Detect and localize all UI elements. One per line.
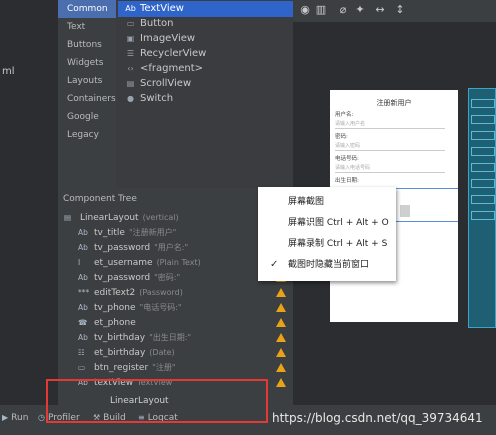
- preview-label: 电话号码:: [335, 156, 359, 162]
- text-icon: Ab: [78, 333, 88, 342]
- warning-icon[interactable]: [276, 363, 286, 372]
- palette-item-textview[interactable]: Ab TextView: [118, 1, 293, 17]
- run-tab[interactable]: ▶ Run: [2, 413, 28, 423]
- menu-item-screenshot[interactable]: 屏幕截图: [258, 192, 396, 212]
- tree-row[interactable]: ☷ et_birthday (Date): [58, 345, 293, 360]
- project-fragment-text: ml: [2, 66, 15, 77]
- warning-icon[interactable]: [276, 378, 286, 387]
- category-common[interactable]: Common: [58, 0, 116, 18]
- screenshot-context-menu: 屏幕截图 屏幕识图 Ctrl + Alt + O 屏幕录制 Ctrl + Alt…: [258, 187, 396, 281]
- preview-hint: 请输入密码: [335, 142, 445, 151]
- palette-item-switch[interactable]: ● Switch: [124, 91, 173, 107]
- blueprint-element: [471, 211, 495, 220]
- magnet-off-icon[interactable]: ⌀: [336, 3, 350, 17]
- palette-item-recyclerview[interactable]: ☰ RecyclerView: [124, 46, 206, 62]
- blueprint-element: [471, 147, 495, 156]
- blueprint-preview[interactable]: [468, 88, 496, 328]
- warning-icon[interactable]: [276, 303, 286, 312]
- warning-icon[interactable]: [276, 333, 286, 342]
- menu-item-screen-recording[interactable]: 屏幕录制 Ctrl + Alt + S: [258, 234, 396, 254]
- tree-row[interactable]: *** editText2 (Password): [58, 285, 293, 300]
- password-icon: ***: [78, 288, 90, 297]
- blueprint-icon[interactable]: ▥: [314, 3, 328, 17]
- preview-title: 注册新用户: [376, 99, 412, 107]
- menu-item-screen-recognition[interactable]: 屏幕识图 Ctrl + Alt + O: [258, 213, 396, 233]
- watermark-url: https://blog.csdn.net/qq_39734641: [272, 411, 483, 425]
- component-tree-header: Component Tree: [63, 194, 137, 204]
- blueprint-element: [471, 163, 495, 172]
- list-icon: ☰: [126, 49, 135, 58]
- category-legacy[interactable]: Legacy: [58, 126, 116, 144]
- warning-icon[interactable]: [276, 348, 286, 357]
- horizontal-arrows-icon[interactable]: ↔: [373, 3, 387, 17]
- checkmark-icon: ✓: [270, 259, 279, 270]
- vertical-arrows-icon[interactable]: ↕: [393, 3, 407, 17]
- menu-item-hide-window[interactable]: ✓ 截图时隐藏当前窗口: [258, 255, 396, 275]
- palette-panel: Common Text Buttons Widgets Layouts Cont…: [58, 0, 293, 188]
- blueprint-element: [471, 195, 495, 204]
- preview-button: [400, 205, 410, 217]
- tree-row[interactable]: Ab tv_birthday "出生日期:": [58, 330, 293, 345]
- run-icon: ▶: [2, 413, 9, 422]
- button-icon: ▭: [78, 363, 86, 372]
- category-text[interactable]: Text: [58, 18, 116, 36]
- text-icon: Ab: [78, 273, 88, 282]
- category-buttons[interactable]: Buttons: [58, 36, 116, 54]
- preview-hint: 请输入用户名: [335, 120, 445, 129]
- text-icon: Ab: [78, 303, 88, 312]
- blueprint-element: [471, 115, 495, 124]
- category-google[interactable]: Google: [58, 108, 116, 126]
- warning-icon[interactable]: [276, 288, 286, 297]
- profiler-icon: ◷: [38, 413, 45, 422]
- blueprint-element: [471, 179, 495, 188]
- warning-icon[interactable]: [276, 318, 286, 327]
- switch-icon: ●: [127, 94, 134, 103]
- magic-wand-icon[interactable]: ✦: [353, 3, 367, 17]
- project-panel-edge: ml: [0, 0, 58, 405]
- text-icon: Ab: [78, 228, 88, 237]
- blueprint-element: [471, 99, 495, 108]
- palette-item-scrollview[interactable]: ▤ ScrollView: [124, 76, 191, 92]
- preview-label: 密码:: [335, 134, 348, 140]
- phone-icon: ☎: [78, 318, 88, 327]
- text-icon: Ab: [78, 243, 88, 252]
- tree-row[interactable]: Ab tv_phone "电话号码:": [58, 300, 293, 315]
- button-icon: ▭: [126, 19, 135, 28]
- palette-item-fragment[interactable]: ‹› <fragment>: [124, 61, 203, 77]
- eye-icon[interactable]: ◉: [298, 3, 312, 17]
- calendar-icon: ☷: [78, 348, 85, 357]
- image-icon: ▣: [126, 34, 135, 43]
- preview-hint: 请输入电话号码: [335, 164, 445, 173]
- palette-item-button[interactable]: ▭ Button: [124, 16, 174, 32]
- scroll-icon: ▤: [126, 79, 135, 88]
- text-icon: Ab: [125, 4, 136, 13]
- tree-row[interactable]: ▭ btn_register "注册": [58, 360, 293, 375]
- palette-item-imageview[interactable]: ▣ ImageView: [124, 31, 195, 47]
- highlight-annotation-box: [46, 379, 268, 423]
- palette-categories: Common Text Buttons Widgets Layouts Cont…: [58, 0, 116, 188]
- blueprint-element: [471, 131, 495, 140]
- design-toolbar: ◉ ▥ ⌀ ✦ ↔ ↕: [293, 0, 496, 22]
- layout-icon: ▤: [64, 213, 72, 222]
- code-brackets-icon: ‹›: [127, 64, 134, 73]
- preview-label: 出生日期:: [335, 178, 359, 184]
- preview-label: 用户名:: [335, 112, 354, 118]
- category-layouts[interactable]: Layouts: [58, 72, 116, 90]
- edit-text-icon: I: [78, 258, 81, 267]
- category-containers[interactable]: Containers: [58, 90, 116, 108]
- category-widgets[interactable]: Widgets: [58, 54, 116, 72]
- tree-row[interactable]: ☎ et_phone: [58, 315, 293, 330]
